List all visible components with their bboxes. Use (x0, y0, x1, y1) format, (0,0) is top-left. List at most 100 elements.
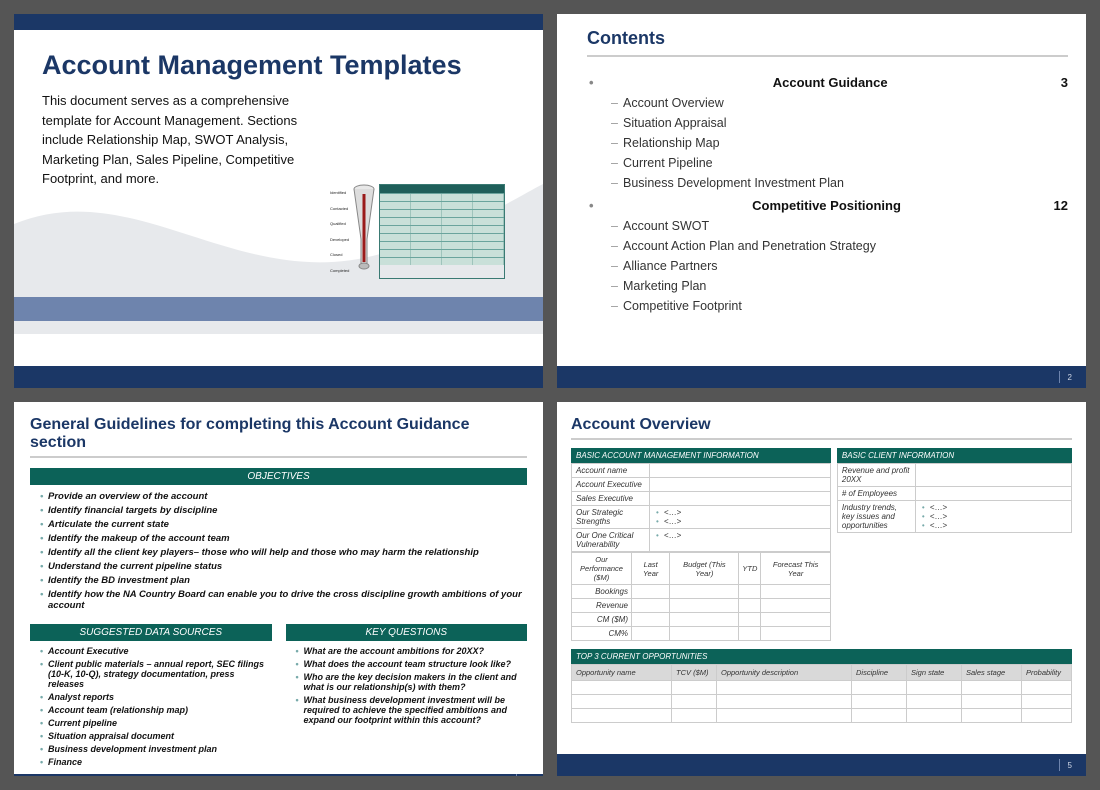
divider (587, 55, 1068, 57)
toc-item: Relationship Map (587, 136, 1068, 150)
table-header-left: BASIC ACCOUNT MANAGEMENT INFORMATION (571, 448, 831, 463)
perf-col: Last Year (632, 553, 670, 585)
list-item: Understand the current pipeline status (40, 561, 523, 572)
funnel-label: Contacted (330, 206, 349, 211)
toc-section-title: Account Guidance (773, 75, 888, 90)
placeholder: <…> (920, 503, 1067, 512)
list-item: Finance (40, 757, 268, 767)
funnel-label: Completed (330, 268, 349, 273)
page-title: Account Management Templates (14, 30, 543, 91)
pipeline-thumbnail: Identified Contacted Qualified Developed… (330, 184, 505, 279)
table-row (572, 695, 1072, 709)
row-label: Our One Critical Vulnerability (572, 529, 650, 552)
list-item: Identify how the NA Country Board can en… (40, 589, 523, 611)
opp-col: Probability (1022, 665, 1072, 681)
list-item: Account team (relationship map) (40, 705, 268, 715)
row-label: Industry trends, key issues and opportun… (837, 501, 915, 533)
placeholder: <…> (920, 512, 1067, 521)
list-item: Current pipeline (40, 718, 268, 728)
toc-item: Account Action Plan and Penetration Stra… (587, 239, 1068, 253)
list-item: Situation appraisal document (40, 731, 268, 741)
list-item: Identify financial targets by discipline (40, 505, 523, 516)
perf-row: CM% (572, 627, 632, 641)
section-header-objectives: OBJECTIVES (30, 468, 527, 485)
list-item: What business development investment wil… (296, 695, 524, 725)
divider (30, 456, 527, 458)
basic-client-table: Revenue and profit 20XX # of Employees I… (837, 463, 1072, 533)
perf-col: Forecast This Year (761, 553, 830, 585)
list-item: Client public materials – annual report,… (40, 659, 268, 689)
slide-footer: 4 (14, 774, 543, 776)
toc-item: Competitive Footprint (587, 299, 1068, 313)
slide-2-contents: Contents Account Guidance 3 Account Over… (557, 14, 1086, 388)
toc-item: Alliance Partners (587, 259, 1068, 273)
page-title: Account Overview (571, 416, 1072, 434)
opp-col: Sign state (907, 665, 962, 681)
perf-head-label: Our Performance ($M) (572, 553, 632, 585)
page-title: Contents (587, 28, 1068, 49)
toc-section-title: Competitive Positioning (752, 198, 901, 213)
page-number: 4 (525, 776, 529, 777)
opp-col: Opportunity description (717, 665, 852, 681)
toc-page-number: 12 (1054, 198, 1068, 213)
list-item: Account Executive (40, 646, 268, 656)
list-item: Who are the key decision makers in the c… (296, 672, 524, 692)
slide-footer: 5 (557, 754, 1086, 776)
row-label: Sales Executive (572, 492, 650, 506)
objectives-list: Provide an overview of the account Ident… (30, 485, 527, 620)
list-item: Articulate the current state (40, 519, 523, 530)
placeholder: <…> (654, 517, 826, 526)
toc-page-number: 3 (1061, 75, 1068, 90)
funnel-label: Identified (330, 190, 349, 195)
page-number: 2 (1068, 373, 1072, 382)
toc-item: Marketing Plan (587, 279, 1068, 293)
pipeline-mini-table (379, 184, 505, 279)
list-item: What does the account team structure loo… (296, 659, 524, 669)
list-item: Identify the makeup of the account team (40, 533, 523, 544)
row-label: Account Executive (572, 478, 650, 492)
opp-col: Sales stage (962, 665, 1022, 681)
row-label: Revenue and profit 20XX (837, 464, 915, 487)
slide-footer (14, 366, 543, 388)
slide-1-title: Account Management Templates This docume… (14, 14, 543, 388)
funnel-icon (353, 184, 375, 279)
opportunities-table: Opportunity name TCV ($M) Opportunity de… (571, 664, 1072, 723)
row-label: Our Strategic Strengths (572, 506, 650, 529)
funnel-label: Developed (330, 237, 349, 242)
funnel-label: Qualified (330, 221, 349, 226)
table-row (572, 709, 1072, 723)
toc-item: Current Pipeline (587, 156, 1068, 170)
list-item: Identify all the client key players– tho… (40, 547, 523, 558)
page-number: 5 (1068, 761, 1072, 770)
placeholder: <…> (654, 508, 826, 517)
sources-list: Account Executive Client public material… (30, 641, 272, 774)
slide-footer: 2 (557, 366, 1086, 388)
intro-description: This document serves as a comprehensive … (14, 91, 354, 189)
perf-row: Revenue (572, 599, 632, 613)
list-item: Business development investment plan (40, 744, 268, 754)
funnel-label: Closed (330, 252, 349, 257)
section-header-questions: KEY QUESTIONS (286, 624, 528, 641)
divider (571, 438, 1072, 440)
slide-3-guidelines: General Guidelines for completing this A… (14, 402, 543, 776)
perf-col: YTD (739, 553, 761, 585)
performance-table: Our Performance ($M) Last Year Budget (T… (571, 552, 831, 641)
row-label: Account name (572, 464, 650, 478)
table-row (572, 681, 1072, 695)
section-header-sources: SUGGESTED DATA SOURCES (30, 624, 272, 641)
row-label: # of Employees (837, 487, 915, 501)
perf-row: Bookings (572, 585, 632, 599)
opp-col: TCV ($M) (672, 665, 717, 681)
toc-section: Competitive Positioning 12 (587, 198, 1068, 213)
table-header-opportunities: TOP 3 CURRENT OPPORTUNITIES (571, 649, 1072, 664)
toc-item: Account SWOT (587, 219, 1068, 233)
list-item: Identify the BD investment plan (40, 575, 523, 586)
page-title: General Guidelines for completing this A… (30, 416, 527, 452)
toc-item: Business Development Investment Plan (587, 176, 1068, 190)
opp-col: Opportunity name (572, 665, 672, 681)
toc-item: Situation Appraisal (587, 116, 1068, 130)
perf-col: Budget (This Year) (670, 553, 739, 585)
mid-accent-bar (14, 297, 543, 321)
list-item: Provide an overview of the account (40, 491, 523, 502)
table-header-right: BASIC CLIENT INFORMATION (837, 448, 1072, 463)
